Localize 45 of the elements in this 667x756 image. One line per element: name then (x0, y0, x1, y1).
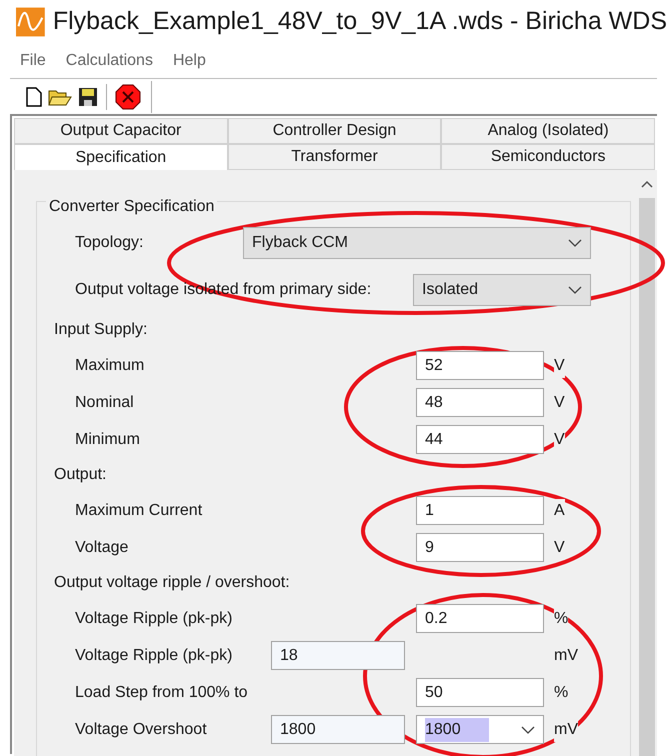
input-field[interactable]: 48 (416, 388, 544, 417)
scrollbar[interactable] (637, 170, 657, 756)
field-label: Load Step from 100% to (75, 684, 248, 700)
readonly-field: 18 (271, 641, 405, 670)
window-title: Flyback_Example1_48V_to_9V_1A .wds - Biricha WDS (52, 6, 667, 38)
field-label: Voltage Overshoot (75, 720, 207, 738)
field-label: Minimum (75, 430, 140, 448)
tab[interactable]: Controller Design (228, 118, 442, 144)
field-label: Voltage (75, 538, 128, 556)
menu-item[interactable]: File (20, 49, 46, 73)
input-field[interactable]: 9 (416, 533, 544, 562)
field-label: Topology: (75, 234, 144, 250)
save-icon[interactable] (78, 86, 98, 106)
app-logo-icon (16, 5, 45, 39)
dropdown[interactable]: Isolated (413, 274, 591, 306)
field-label: Nominal (75, 394, 134, 410)
tab[interactable]: Output Capacitor (14, 118, 228, 144)
tab[interactable]: Semiconductors (441, 144, 656, 170)
input-field[interactable]: 44 (416, 425, 544, 454)
stop-icon[interactable] (115, 84, 141, 110)
chevron-down-icon (568, 238, 582, 246)
field-label: Maximum (75, 356, 144, 374)
dropdown[interactable]: Flyback CCM (243, 226, 591, 258)
dropdown[interactable]: 1800 (416, 715, 544, 744)
field-label: Maximum Current (75, 502, 202, 518)
section-label: Output: (54, 465, 106, 485)
input-field[interactable]: 0.2 (416, 604, 544, 633)
menu-item[interactable]: Calculations (66, 49, 153, 73)
input-field[interactable]: 50 (416, 678, 544, 707)
field-label: Voltage Ripple (pk-pk) (75, 646, 232, 664)
new-file-icon[interactable] (26, 86, 42, 106)
input-field[interactable]: 52 (416, 351, 544, 380)
menu-item[interactable]: Help (172, 49, 206, 73)
tab[interactable]: Specification (14, 144, 228, 170)
section-label: Input Supply: (54, 320, 148, 340)
readonly-field: 1800 (271, 715, 405, 744)
section-label: Output voltage ripple / overshoot: (54, 573, 290, 593)
chevron-down-icon (521, 726, 535, 734)
input-field[interactable]: 1 (416, 496, 544, 525)
chevron-down-icon (568, 286, 582, 294)
tab[interactable]: Analog (Isolated) (441, 118, 656, 144)
tab[interactable]: Transformer (228, 144, 442, 170)
field-label: Voltage Ripple (pk-pk) (75, 610, 232, 626)
scroll-up-icon[interactable] (641, 180, 653, 188)
dropdown-value: 1800 (425, 718, 489, 742)
